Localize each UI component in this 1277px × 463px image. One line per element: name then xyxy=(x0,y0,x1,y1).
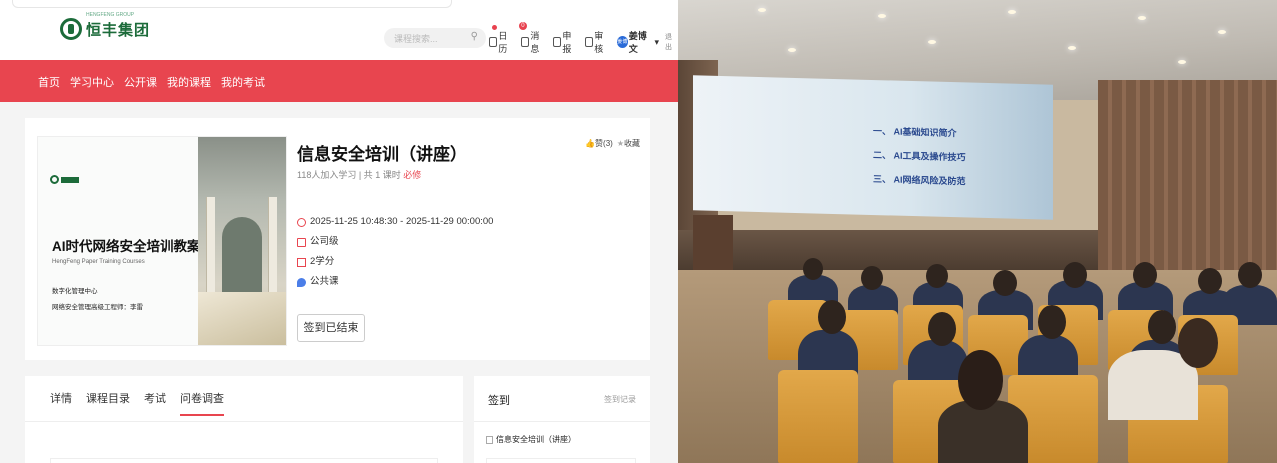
lecture-photo: 一、 AI基础知识简介 二、 AI工具及操作技巧 三、 AI网络风险及防范 xyxy=(678,0,1277,463)
like-count: 赞(3) xyxy=(595,139,613,148)
declare-label: 申报 xyxy=(562,31,572,54)
star-icon: ★ xyxy=(616,139,624,148)
course-info: 2025-11-25 10:48:30 - 2025-11-29 00:00:0… xyxy=(297,212,493,292)
avatar: 姜博 xyxy=(616,36,628,48)
course-level: 公司级 xyxy=(297,232,493,252)
top-bar: 恒丰集团 HENGFENG GROUP 课程搜索... ⚲ 日历 0 消息 申报… xyxy=(0,0,678,60)
course-type: 公共课 xyxy=(297,272,493,292)
cover-subtitle: HengFeng Paper Training Courses xyxy=(52,259,145,265)
nav-item-open-course[interactable]: 公开课 xyxy=(124,74,157,90)
document-icon xyxy=(297,237,306,247)
course-type-text: 公共课 xyxy=(310,276,339,287)
nav-item-learning-center[interactable]: 学习中心 xyxy=(70,74,114,90)
cover-logo xyxy=(50,171,82,185)
course-credits-text: 2学分 xyxy=(310,256,335,267)
favorite-label: 收藏 xyxy=(624,139,640,148)
company-logo[interactable]: 恒丰集团 HENGFENG GROUP xyxy=(60,12,151,40)
podium xyxy=(693,215,733,270)
tab-exam[interactable]: 考试 xyxy=(144,390,166,416)
course-actions: 👍赞(3) ★收藏 xyxy=(585,138,640,149)
calendar-label: 日历 xyxy=(498,31,508,54)
lms-screenshot: 恒丰集团 HENGFENG GROUP 课程搜索... ⚲ 日历 0 消息 申报… xyxy=(0,0,678,463)
tab-catalog[interactable]: 课程目录 xyxy=(86,390,130,416)
course-title: 信息安全培训（讲座） xyxy=(297,145,467,164)
tag-icon xyxy=(297,277,306,287)
favorite-button[interactable]: ★收藏 xyxy=(617,138,640,149)
stage xyxy=(678,230,1098,270)
tab-details[interactable]: 详情 xyxy=(50,390,72,416)
tab-content-box xyxy=(50,458,438,463)
course-enrollment: 118人加入学习 | 共 1 课时 xyxy=(297,170,401,180)
clock-icon xyxy=(297,217,306,227)
signin-heading: 签到 xyxy=(488,395,510,407)
logo-icon xyxy=(60,18,82,40)
message-badge: 0 xyxy=(518,22,527,30)
course-meta: 118人加入学习 | 共 1 课时 必修 xyxy=(297,168,421,181)
like-button[interactable]: 👍赞(3) xyxy=(585,138,613,149)
cover-lecturer: 网络安全管理高级工程师：李雷 xyxy=(52,304,143,311)
course-credits: 2学分 xyxy=(297,252,493,272)
signin-content-box xyxy=(486,458,636,463)
bell-icon xyxy=(520,37,530,47)
search-icon[interactable]: ⚲ xyxy=(471,31,478,42)
nav-item-my-exams[interactable]: 我的考试 xyxy=(221,74,265,90)
signin-panel: 签到 签到记录 信息安全培训（讲座） xyxy=(474,376,650,463)
calendar-icon xyxy=(489,37,498,47)
course-level-text: 公司级 xyxy=(310,236,339,247)
signin-record-link[interactable]: 签到记录 xyxy=(604,394,636,405)
search-input[interactable]: 课程搜索... ⚲ xyxy=(384,28,486,48)
signin-divider xyxy=(474,421,650,422)
document-icon xyxy=(486,435,493,444)
screen-line-1: 一、 AI基础知识简介 xyxy=(873,126,957,139)
logo-subtext: HENGFENG GROUP xyxy=(86,12,135,18)
cover-building-image xyxy=(198,137,286,345)
header-tools: 日历 0 消息 申报 审核 姜博 姜博文 ▾ 退出 xyxy=(489,22,678,55)
browser-edge xyxy=(12,0,452,8)
user-menu[interactable]: 姜博 姜博文 ▾ xyxy=(616,29,660,55)
cover-title: AI时代网络安全培训教案 xyxy=(52,239,201,254)
logo-text: 恒丰集团 xyxy=(86,21,151,39)
calendar-button[interactable]: 日历 xyxy=(489,25,515,55)
message-button[interactable]: 0 消息 xyxy=(518,22,547,55)
nav-item-home[interactable]: 首页 xyxy=(38,74,60,90)
main-nav: 首页 学习中心 公开课 我的课程 我的考试 xyxy=(0,60,678,102)
calendar-dot xyxy=(492,25,497,30)
logout-link[interactable]: 退出 xyxy=(665,32,678,52)
nav-item-my-courses[interactable]: 我的课程 xyxy=(167,74,211,90)
screen-line-3: 三、 AI网络风险及防范 xyxy=(873,174,966,187)
tabs-divider xyxy=(25,421,463,422)
chevron-down-icon: ▾ xyxy=(654,36,660,47)
thumbs-up-icon: 👍 xyxy=(585,139,596,148)
cover-department: 数字化管理中心 xyxy=(52,288,98,295)
right-wall xyxy=(1098,80,1277,280)
signin-item-label: 信息安全培训（讲座） xyxy=(496,435,576,444)
review-icon xyxy=(584,37,594,47)
signin-item[interactable]: 信息安全培训（讲座） xyxy=(486,434,576,445)
screen-line-2: 二、 AI工具及操作技巧 xyxy=(873,150,966,163)
required-badge: 必修 xyxy=(403,170,422,180)
user-name: 姜博文 xyxy=(628,31,647,54)
document-icon xyxy=(552,37,562,47)
course-cover: AI时代网络安全培训教案 HengFeng Paper Training Cou… xyxy=(37,136,287,346)
course-time: 2025-11-25 10:48:30 - 2025-11-29 00:00:0… xyxy=(297,212,493,232)
credit-icon xyxy=(297,257,306,267)
review-button[interactable]: 审核 xyxy=(584,29,611,55)
course-tabs: 详情 课程目录 考试 问卷调查 xyxy=(25,376,463,463)
message-label: 消息 xyxy=(530,31,540,54)
search-placeholder: 课程搜索... xyxy=(394,34,438,44)
projection-screen: 一、 AI基础知识简介 二、 AI工具及操作技巧 三、 AI网络风险及防范 xyxy=(693,75,1053,220)
course-time-text: 2025-11-25 10:48:30 - 2025-11-29 00:00:0… xyxy=(310,216,494,227)
sign-in-button[interactable]: 签到已结束 xyxy=(297,314,365,342)
course-card: AI时代网络安全培训教案 HengFeng Paper Training Cou… xyxy=(25,118,650,360)
declare-button[interactable]: 申报 xyxy=(552,29,579,55)
review-label: 审核 xyxy=(594,31,604,54)
tab-survey[interactable]: 问卷调查 xyxy=(180,390,224,416)
